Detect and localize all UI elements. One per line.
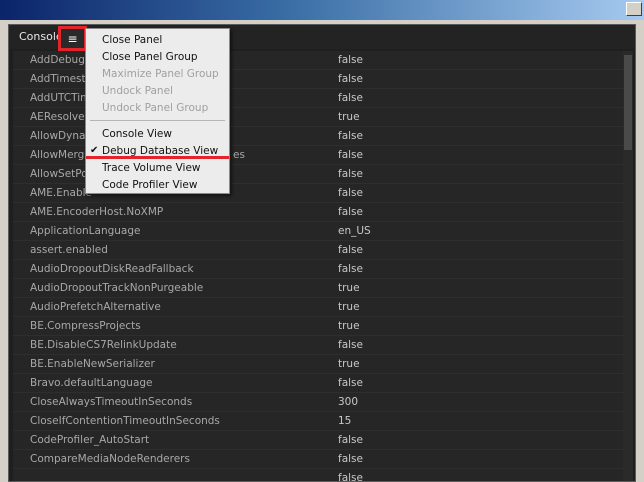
row-name: BE.EnableNewSerializer [30, 358, 155, 370]
table-row[interactable]: CompareMediaNodeRenderers false [13, 450, 623, 469]
row-value: false [338, 244, 363, 256]
row-name: CloseAlwaysTimeoutInSeconds [30, 396, 193, 408]
row-name: AME.Enable [30, 187, 92, 199]
menu-separator [90, 120, 225, 121]
row-name: AME.EncoderHost.NoXMP [30, 206, 164, 218]
menu-item-undock-panel: Undock Panel [86, 83, 229, 100]
panel-flyout-menu: Close Panel Close Panel Group Maximize Pan… [85, 28, 230, 194]
table-row[interactable]: AudioPrefetchAlternative true [13, 298, 623, 317]
row-name: AllowDyna [30, 130, 86, 142]
row-name: AddDebugC [30, 54, 93, 66]
row-name: AudioDropoutTrackNonPurgeable [30, 282, 204, 294]
vertical-scrollbar[interactable] [623, 51, 633, 481]
row-value: false [338, 73, 363, 85]
table-row[interactable]: CloseAlwaysTimeoutInSeconds 300 [13, 393, 623, 412]
highlight-underline [86, 156, 229, 159]
table-row[interactable]: AME.EncoderHost.NoXMP false [13, 203, 623, 222]
row-value: true [338, 301, 360, 313]
menu-item-label: Undock Panel Group [102, 102, 209, 114]
row-value: false [338, 149, 363, 161]
menu-item-undock-panel-group: Undock Panel Group [86, 100, 229, 117]
checkmark-icon: ✔ [90, 145, 99, 156]
row-value: false [338, 206, 363, 218]
row-name: BE.CompressProjects [30, 320, 141, 332]
row-name-tail: es [233, 149, 245, 161]
hamburger-menu-icon: ≡ [67, 31, 78, 46]
row-value: false [338, 472, 363, 482]
row-value: false [338, 263, 363, 275]
table-row[interactable]: Bravo.defaultLanguage false [13, 374, 623, 393]
row-name: BE.DisableCS7RelinkUpdate [30, 339, 177, 351]
row-name: assert.enabled [30, 244, 108, 256]
table-row[interactable]: false [13, 469, 623, 482]
table-row[interactable]: AudioDropoutDiskReadFallback false [13, 260, 623, 279]
window-titlebar [0, 0, 644, 20]
row-value: false [338, 339, 363, 351]
menu-item-label: Undock Panel [102, 85, 173, 97]
menu-item-console-view[interactable]: Console View [86, 126, 229, 143]
row-name: AllowSetPo [30, 168, 88, 180]
table-row[interactable]: ApplicationLanguage en_US [13, 222, 623, 241]
row-name: AddUTCTim [30, 92, 91, 104]
row-name: AudioDropoutDiskReadFallback [30, 263, 194, 275]
menu-item-label: Code Profiler View [102, 179, 198, 191]
row-name: AudioPrefetchAlternative [30, 301, 161, 313]
menu-item-maximize-panel-group: Maximize Panel Group [86, 66, 229, 83]
table-row[interactable]: BE.CompressProjects true [13, 317, 623, 336]
row-value: true [338, 358, 360, 370]
row-value: true [338, 282, 360, 294]
row-name: ApplicationLanguage [30, 225, 141, 237]
scrollbar-thumb[interactable] [624, 55, 632, 150]
menu-item-label: Close Panel Group [102, 51, 198, 63]
menu-item-close-panel[interactable]: Close Panel [86, 32, 229, 49]
table-row[interactable]: CloseIfContentionTimeoutInSeconds 15 [13, 412, 623, 431]
row-name: AllowMerge [30, 149, 91, 161]
row-name: CloseIfContentionTimeoutInSeconds [30, 415, 220, 427]
row-value: false [338, 168, 363, 180]
row-value: 300 [338, 396, 359, 408]
row-value: true [338, 111, 360, 123]
table-row[interactable]: AudioDropoutTrackNonPurgeable true [13, 279, 623, 298]
menu-item-trace-volume-view[interactable]: Trace Volume View [86, 160, 229, 177]
table-row[interactable]: BE.EnableNewSerializer true [13, 355, 623, 374]
row-value: false [338, 92, 363, 104]
row-value: true [338, 320, 360, 332]
menu-item-code-profiler-view[interactable]: Code Profiler View [86, 177, 229, 194]
menu-item-label: Trace Volume View [102, 162, 201, 174]
menu-item-close-panel-group[interactable]: Close Panel Group [86, 49, 229, 66]
table-row[interactable]: CodeProfiler_AutoStart false [13, 431, 623, 450]
row-name: AEResolve [30, 111, 85, 123]
row-name: Bravo.defaultLanguage [30, 377, 153, 389]
tab-console[interactable]: Console [19, 30, 63, 43]
row-value: false [338, 453, 363, 465]
window-close-button[interactable] [626, 2, 642, 16]
menu-item-label: Console View [102, 128, 172, 140]
row-value: false [338, 130, 363, 142]
table-row[interactable]: BE.DisableCS7RelinkUpdate false [13, 336, 623, 355]
row-name: AddTimesta [30, 73, 93, 85]
row-value: en_US [338, 225, 371, 237]
row-value: false [338, 434, 363, 446]
menu-item-label: Maximize Panel Group [102, 68, 219, 80]
table-row[interactable]: assert.enabled false [13, 241, 623, 260]
row-value: 15 [338, 415, 352, 427]
row-value: false [338, 377, 363, 389]
menu-item-label: Close Panel [102, 34, 163, 46]
row-value: false [338, 187, 363, 199]
panel-menu-button[interactable]: ≡ [58, 26, 87, 51]
row-name: CodeProfiler_AutoStart [30, 434, 150, 446]
row-value: false [338, 54, 363, 66]
row-name: CompareMediaNodeRenderers [30, 453, 190, 465]
